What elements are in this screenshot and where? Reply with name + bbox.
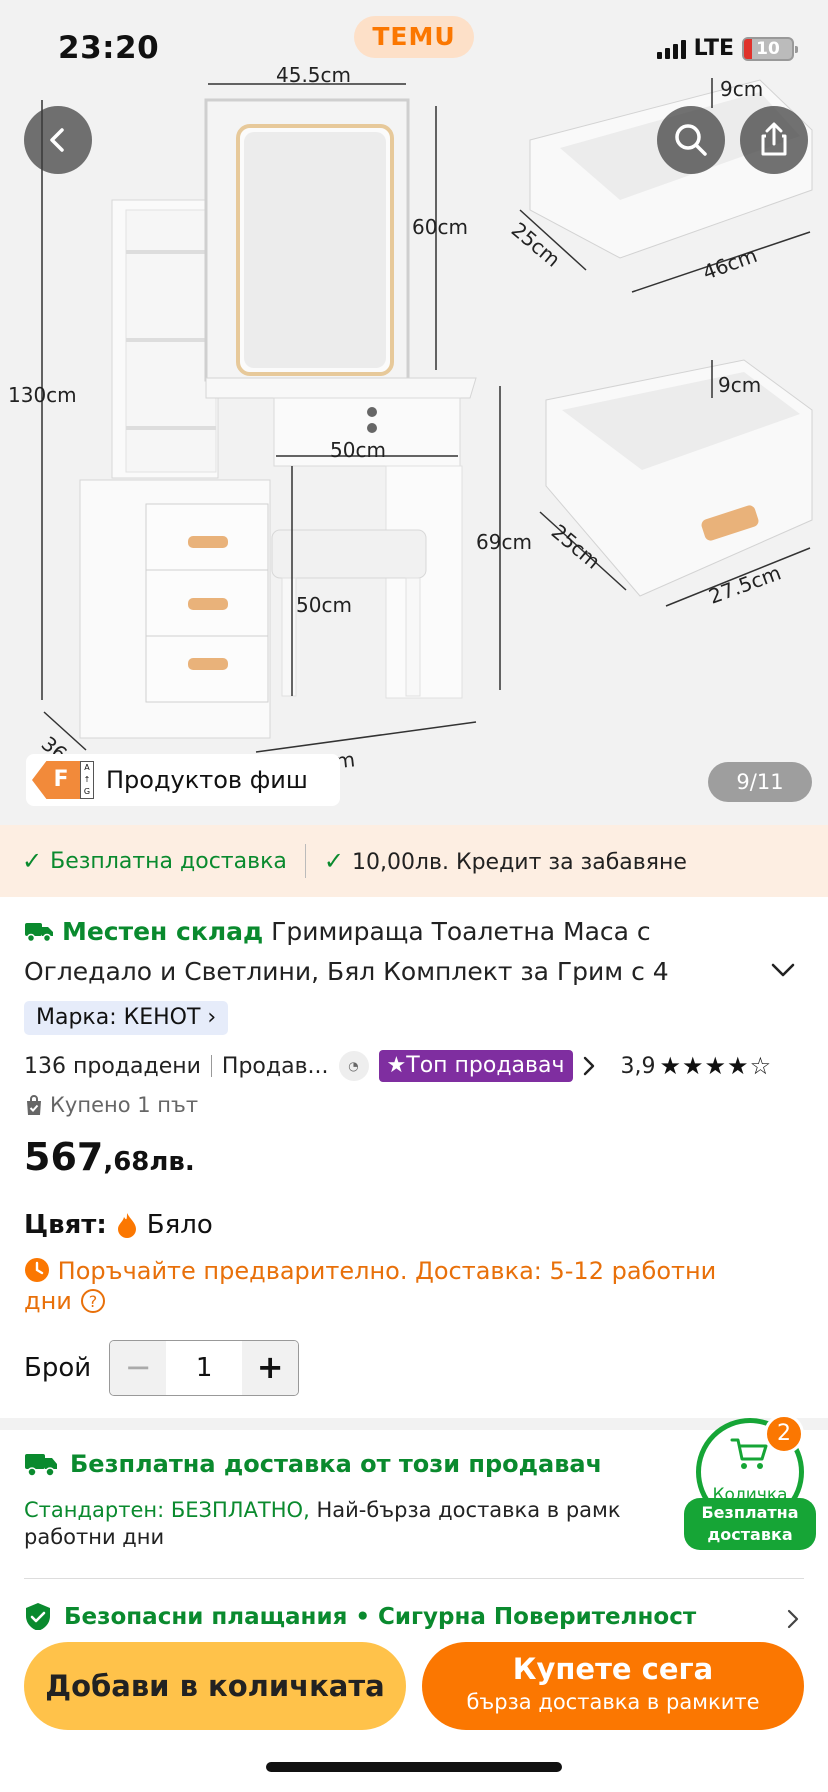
product-sheet-label: Продуктов фиш [106,766,308,794]
expand-title-button[interactable] [770,962,796,982]
dim-drawer1-depth: 25cm [507,217,565,271]
bought-count: Купено 1 път [50,1093,199,1117]
quantity-row: Брой − 1 + [24,1340,300,1396]
truck-icon [25,1454,57,1477]
back-button[interactable] [24,106,92,174]
flame-icon [117,1213,136,1238]
increase-button[interactable]: + [242,1341,299,1395]
top-seller-badge: ★Топ продавач [378,1050,573,1082]
search-icon [675,124,707,156]
fast-shipping: Най-бърза доставка в рамк [309,1498,621,1522]
shield-check-icon [26,1603,50,1631]
quantity-label: Брой [24,1353,92,1383]
quantity-value[interactable]: 1 [166,1341,242,1395]
preorder-notice: Поръчайте предварително. Доставка: 5-12 … [24,1256,764,1316]
bag-check-icon [27,1095,41,1115]
shipping-title-text: Безплатна доставка от този продавач [70,1450,603,1478]
bottom-action-bar: Добави в количката Купете сега бърза дос… [0,1630,828,1792]
seller-name: Продав... [221,1053,329,1079]
dim-mirror-width: 45.5cm [276,63,351,87]
dim-drawer-width: 50cm [330,438,386,462]
truck-icon [25,923,53,943]
standard-shipping: Стандартен: БЕЗПЛАТНО, [24,1498,310,1522]
decrease-button[interactable]: − [110,1341,167,1395]
brand-label: Марка: КЕНОТ [36,1005,201,1030]
dim-table-height: 69cm [476,530,532,554]
shipping-description: Стандартен: БЕЗПЛАТНО, Най-бърза доставк… [24,1496,684,1525]
dim-drawer2-width: 27.5cm [706,560,785,608]
share-button[interactable] [740,106,808,174]
dim-drawer1-height: 9cm [720,77,763,101]
preorder-text: Поръчайте предварително. Доставка: 5-12 … [24,1257,717,1315]
free-delivery-benefit: Безплатна доставка [50,848,287,874]
cart-free-delivery-badge: Безплатна доставка [684,1498,816,1550]
status-indicators: LTE 10 [656,36,798,61]
local-warehouse-label: Местен склад [61,917,264,946]
cart-count-badge: 2 [764,1414,804,1454]
color-label: Цвят: [24,1210,107,1240]
battery-icon: 10 [742,36,798,61]
price-fraction: ,68лв. [103,1147,195,1177]
chevron-right-icon [787,1609,799,1629]
buy-now-subtitle: бърза доставка в рамките [466,1690,760,1714]
shipping-days: работни дни [24,1525,165,1549]
gallery-page-indicator: 9/11 [708,762,812,802]
shipping-title[interactable]: Безплатна доставка от този продавач [24,1450,602,1478]
energy-class: F [32,761,80,799]
brand-chip[interactable]: Марка: КЕНОТ › [24,1001,229,1035]
divider [304,844,306,878]
dim-drawer1-width: 46cm [700,243,761,285]
bought-info: Купено 1 път [24,1093,198,1117]
energy-label-icon: F A ↑ G [32,761,96,799]
check-icon: ✓ [323,847,344,875]
price: 567,68лв. [24,1135,195,1179]
check-icon: ✓ [22,847,43,875]
chevron-right-icon: › [207,1005,217,1030]
divider [24,1578,804,1579]
signal-icon [656,39,686,59]
chevron-left-icon [50,128,64,152]
product-sheet-button[interactable]: F A ↑ G Продуктов фиш [26,754,340,806]
section-divider [0,1418,828,1430]
dim-drawer2-height: 9cm [718,373,761,397]
rating-value: 3,9 [620,1053,656,1079]
status-time: 23:20 [58,30,160,66]
price-main: 567 [24,1135,104,1179]
product-title[interactable]: Местен склад Гримираща Тоалетна Маса с О… [24,912,754,992]
buy-now-label: Купете сега [512,1652,714,1686]
cart-icon [730,1438,768,1469]
secure-payments-row[interactable]: Безопасни плащания • Сигурна Поверително… [24,1602,696,1632]
color-value: Бяло [146,1210,213,1240]
color-selector[interactable]: Цвят: Бяло [24,1210,213,1240]
temu-logo: TEMU [354,16,474,58]
chevron-down-icon [771,963,795,977]
dim-mirror-height: 60cm [412,215,468,239]
benefits-strip[interactable]: ✓ Безплатна доставка ✓ 10,00лв. Кредит за… [0,825,828,897]
seller-row[interactable]: 136 продадени Продав... ◔ ★Топ продавач … [24,1048,814,1084]
clock-icon [25,1258,49,1282]
svg-text:?: ? [88,1292,97,1311]
network-type: LTE [693,36,734,61]
secure-payments-text: Безопасни плащания • Сигурна Поверително… [64,1604,697,1630]
home-indicator[interactable] [266,1762,562,1772]
share-icon [761,122,787,156]
help-icon[interactable]: ? [80,1288,106,1314]
add-to-cart-button[interactable]: Добави в количката [24,1642,406,1730]
rating-stars: ★★★★☆ [659,1052,773,1080]
divider [210,1055,212,1077]
quantity-stepper[interactable]: − 1 + [109,1340,300,1396]
buy-now-button[interactable]: Купете сега бърза доставка в рамките [422,1642,804,1730]
dim-total-height: 130cm [8,383,77,407]
store-logo-icon: ◔ [338,1051,369,1081]
credit-benefit: 10,00лв. Кредит за забавяне [351,850,687,875]
chevron-right-icon [583,1056,594,1076]
dim-stool-height: 50cm [296,593,352,617]
product-gallery[interactable]: 45.5cm 60cm 130cm 69cm 50cm 50cm 36cm 80… [0,0,828,825]
search-button[interactable] [657,106,725,174]
sold-count: 136 продадени [24,1053,201,1079]
